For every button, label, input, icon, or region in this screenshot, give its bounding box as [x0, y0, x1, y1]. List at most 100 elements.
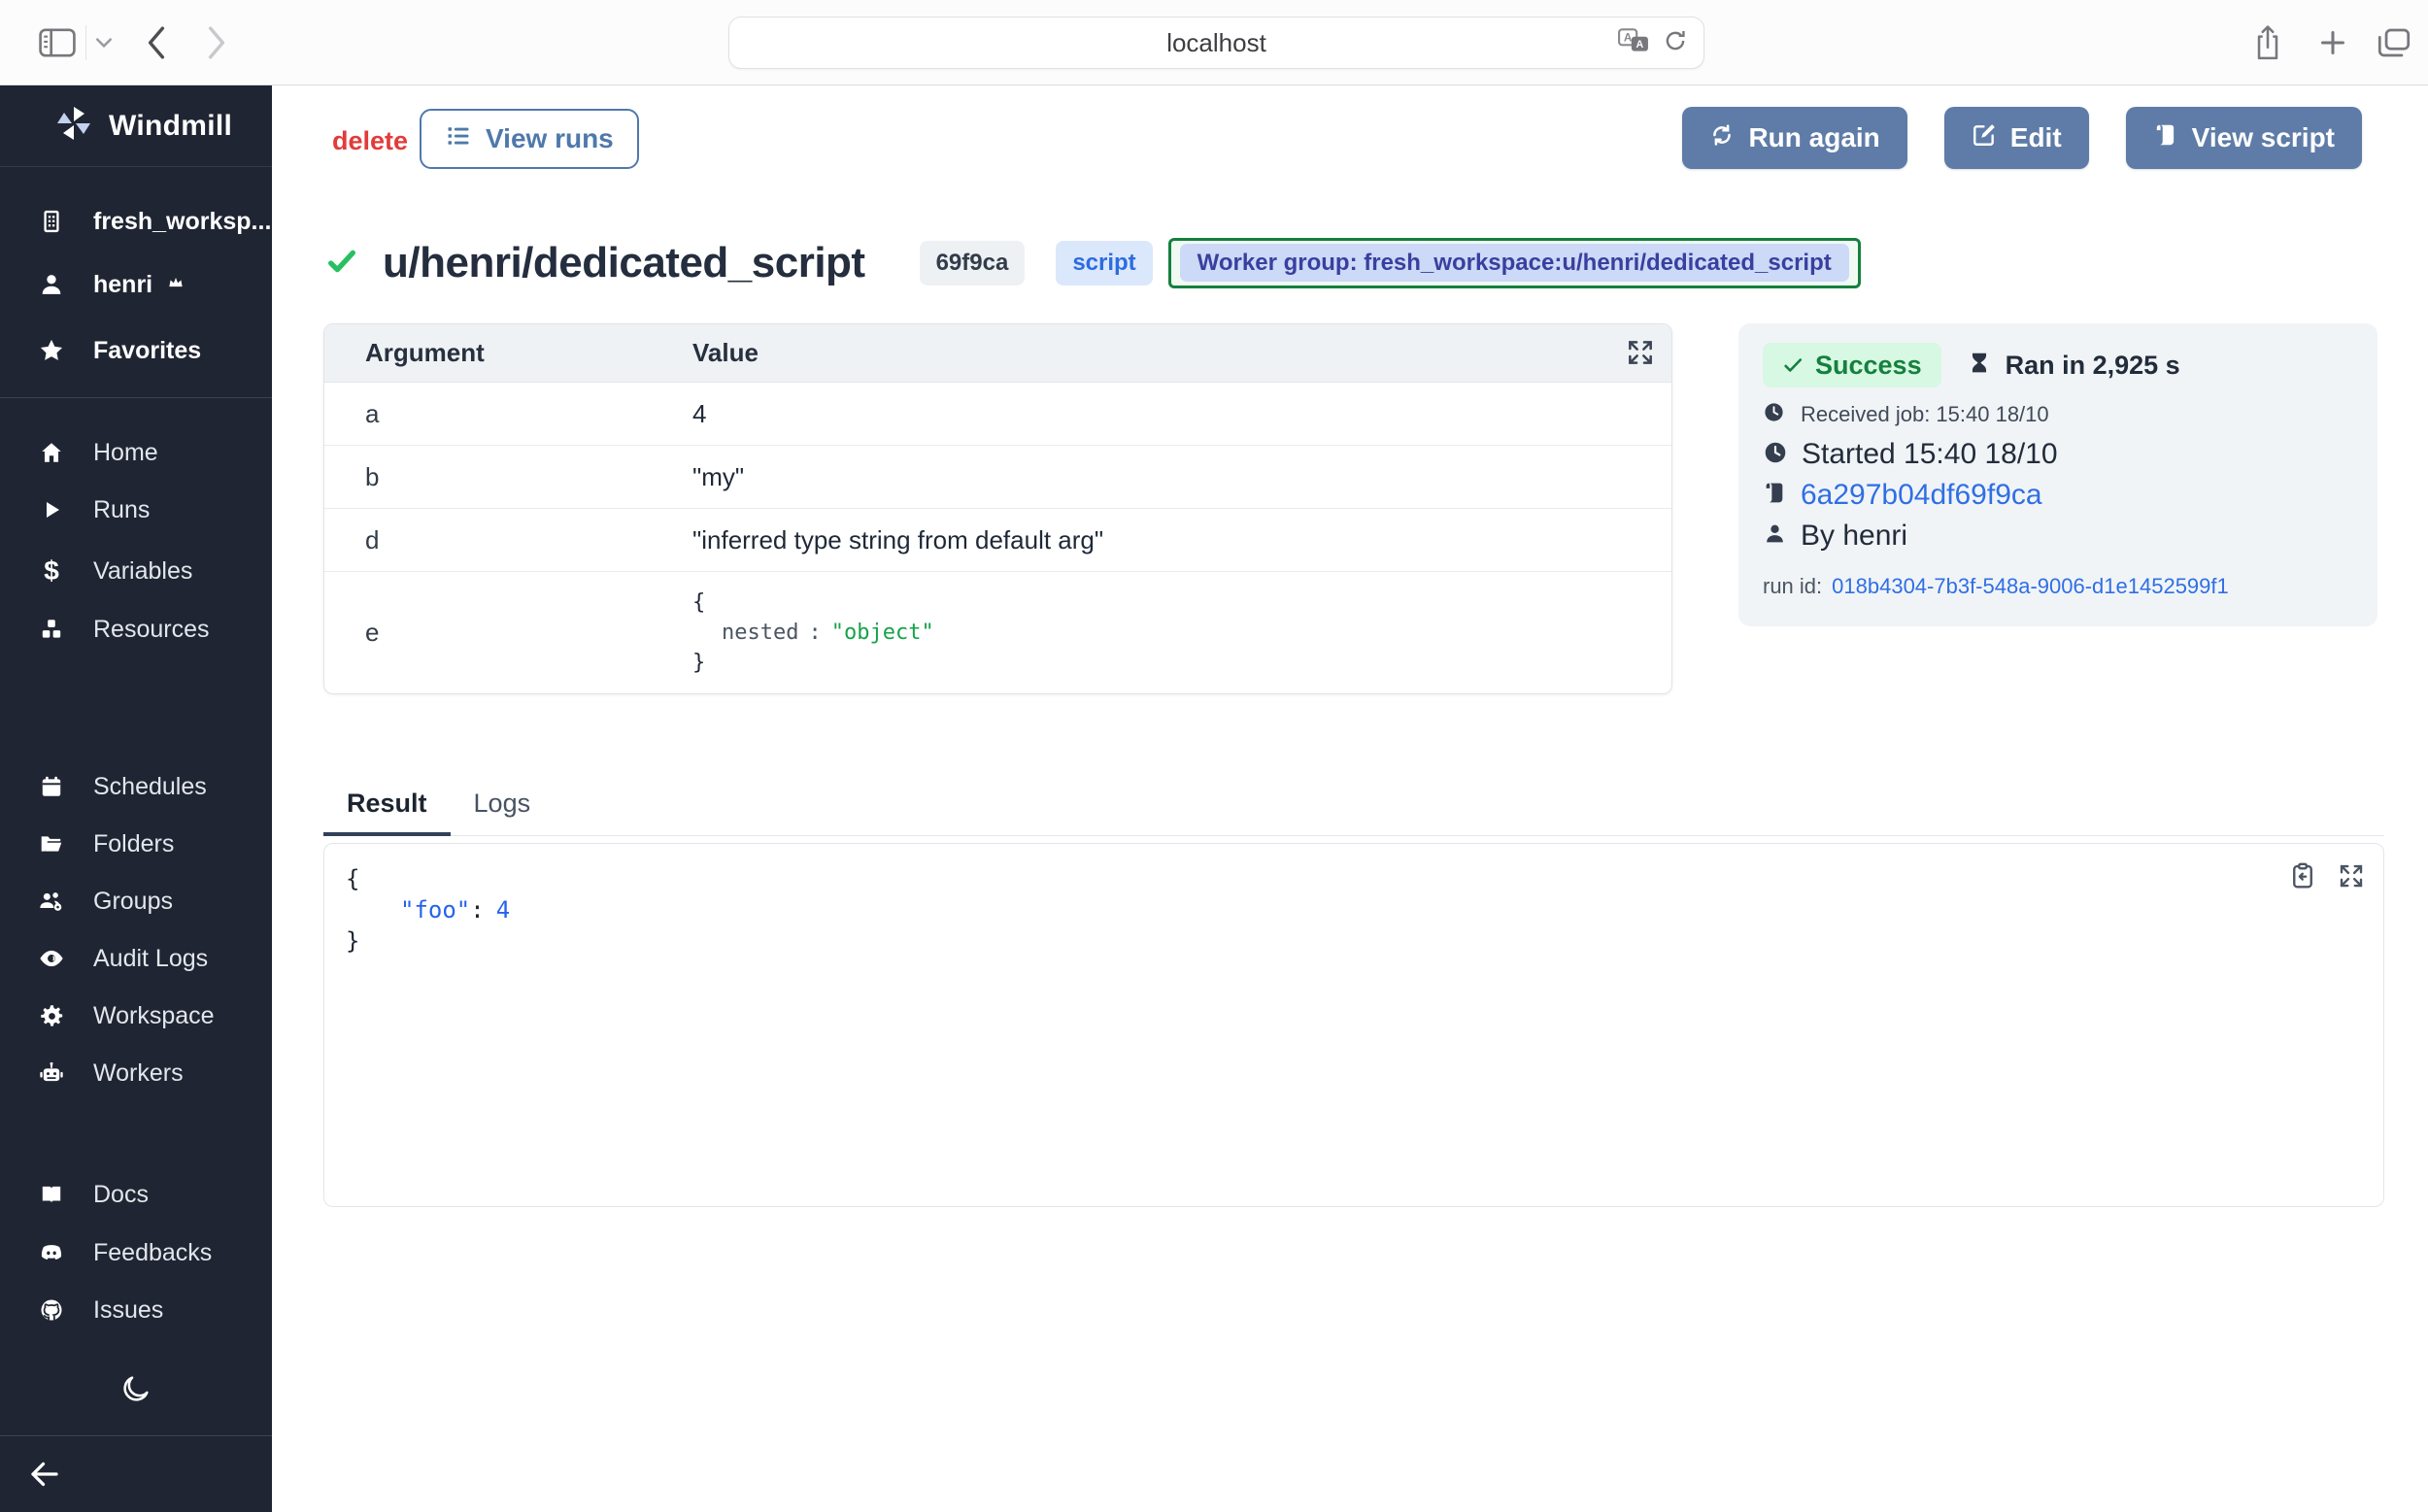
- sidebar-item-groups[interactable]: Groups: [0, 872, 272, 930]
- worker-group-badge-text: Worker group: fresh_workspace:u/henri/de…: [1180, 244, 1849, 282]
- sidebar-item-feedbacks[interactable]: Feedbacks: [0, 1224, 272, 1282]
- sidebar-item-runs[interactable]: Runs: [0, 481, 272, 539]
- divider: [85, 25, 86, 60]
- view-script-label: View script: [2192, 122, 2335, 153]
- user-icon: [37, 271, 66, 298]
- sidebar-item-home[interactable]: Home: [0, 423, 272, 482]
- json-close-brace: }: [346, 925, 510, 957]
- json-colon: :: [808, 621, 821, 645]
- sidebar-item-variables[interactable]: $ Variables: [0, 542, 272, 600]
- arg-value: "my": [692, 462, 744, 492]
- new-tab-icon[interactable]: [2319, 29, 2346, 56]
- arg-value: 4: [692, 399, 706, 429]
- sidebar-item-label: Resources: [93, 616, 210, 644]
- edit-label: Edit: [2010, 122, 2062, 153]
- favorites-label: Favorites: [93, 337, 201, 365]
- sidebar-item-workspace-switcher[interactable]: fresh_worksp...: [0, 192, 272, 251]
- sidebar-item-docs[interactable]: Docs: [0, 1165, 272, 1224]
- json-key: "foo": [400, 896, 470, 924]
- chevron-down-icon[interactable]: [95, 37, 113, 49]
- table-row: b "my": [324, 446, 1671, 509]
- crown-icon: [166, 273, 185, 297]
- sidebar-item-label: Runs: [93, 496, 150, 524]
- translate-icon[interactable]: AA: [1618, 28, 1649, 58]
- sidebar-item-label: Audit Logs: [93, 945, 208, 973]
- view-runs-button[interactable]: View runs: [420, 109, 639, 169]
- tab-logs[interactable]: Logs: [451, 777, 555, 836]
- hash-badge: 69f9ca: [920, 241, 1026, 286]
- json-close-brace: }: [692, 648, 934, 678]
- scroll-icon: [1763, 481, 1787, 510]
- collapse-sidebar-button[interactable]: [27, 1457, 62, 1496]
- edit-button[interactable]: Edit: [1944, 107, 2089, 169]
- sidebar-item-label: Feedbacks: [93, 1239, 212, 1267]
- svg-text:A: A: [1636, 38, 1644, 50]
- page: localhost AA Windmill: [0, 0, 2428, 1512]
- forward-icon[interactable]: [206, 26, 227, 59]
- sidebar-item-workspace[interactable]: Workspace: [0, 987, 272, 1045]
- view-script-button[interactable]: View script: [2126, 107, 2362, 169]
- table-row: e { nested:"object" }: [324, 572, 1671, 693]
- sidebar-item-label: Workspace: [93, 1002, 215, 1030]
- sidebar-item-label: Groups: [93, 888, 173, 916]
- tab-overview-icon[interactable]: [2377, 28, 2411, 57]
- list-icon: [445, 122, 472, 156]
- delete-button[interactable]: delete: [332, 126, 408, 156]
- hourglass-icon: [1967, 351, 1992, 381]
- sidebar-item-favorites[interactable]: Favorites: [0, 321, 272, 380]
- tab-result[interactable]: Result: [323, 777, 451, 836]
- result-panel: { "foo":4 }: [323, 843, 2384, 1207]
- sidebar-toggle-icon[interactable]: [39, 28, 76, 57]
- share-icon[interactable]: [2253, 24, 2282, 61]
- run-info-panel: Success Ran in 2,925 s Received job: 15:…: [1738, 323, 2377, 626]
- sidebar-item-workers[interactable]: Workers: [0, 1044, 272, 1102]
- main-content: delete View runs Run again Edit: [272, 85, 2428, 1512]
- run-again-button[interactable]: Run again: [1682, 107, 1906, 169]
- expand-result-icon[interactable]: [2337, 861, 2366, 895]
- sidebar-item-label: Docs: [93, 1181, 149, 1209]
- arguments-table: Argument Value a 4 b "my" d "inferred ty…: [323, 323, 1672, 694]
- sidebar-item-user[interactable]: henri: [0, 255, 272, 314]
- sidebar-item-label: Folders: [93, 830, 174, 858]
- back-icon[interactable]: [146, 26, 167, 59]
- user-icon: [1763, 521, 1787, 551]
- json-open-brace: {: [692, 588, 934, 618]
- sidebar: Windmill fresh_worksp... henri Favorites: [0, 85, 272, 1512]
- windmill-logo[interactable]: Windmill: [0, 85, 272, 167]
- result-tabs: Result Logs: [323, 777, 2384, 836]
- json-key: nested: [722, 621, 798, 645]
- windmill-pinwheel-icon: [54, 104, 93, 148]
- status-text: Success: [1815, 351, 1922, 381]
- reload-icon[interactable]: [1663, 28, 1688, 58]
- sidebar-item-resources[interactable]: Resources: [0, 600, 272, 658]
- cubes-icon: [37, 617, 66, 642]
- star-icon: [37, 337, 66, 364]
- url-bar[interactable]: localhost AA: [728, 17, 1704, 69]
- sidebar-item-issues[interactable]: Issues: [0, 1281, 272, 1339]
- json-open-brace: {: [346, 863, 510, 894]
- user-name: henri: [93, 271, 152, 299]
- expand-table-icon[interactable]: [1625, 337, 1656, 373]
- sidebar-item-audit-logs[interactable]: Audit Logs: [0, 929, 272, 988]
- run-id-link[interactable]: 018b4304-7b3f-548a-9006-d1e1452599f1: [1832, 574, 2229, 599]
- arg-name: e: [324, 618, 692, 648]
- job-id-link[interactable]: 6a297b04df69f9ca: [1801, 479, 2042, 512]
- clock-icon: [1763, 440, 1788, 470]
- copy-to-clipboard-icon[interactable]: [2288, 861, 2317, 895]
- arrow-left-icon: [27, 1479, 62, 1495]
- groups-icon: [37, 888, 66, 915]
- script-kind-badge: script: [1056, 241, 1152, 286]
- refresh-icon: [1709, 122, 1735, 154]
- started-text: Started 15:40 18/10: [1802, 438, 2058, 471]
- dark-mode-toggle[interactable]: [0, 1372, 272, 1410]
- result-json: { "foo":4 }: [346, 863, 510, 957]
- run-id-label: run id:: [1763, 574, 1822, 599]
- json-number: 4: [496, 896, 510, 924]
- sidebar-item-folders[interactable]: Folders: [0, 815, 272, 873]
- book-icon: [37, 1182, 66, 1207]
- play-icon: [37, 498, 66, 521]
- divider: [0, 1435, 272, 1436]
- arguments-table-header: Argument Value: [324, 324, 1671, 383]
- success-check-icon: [326, 246, 357, 282]
- sidebar-item-schedules[interactable]: Schedules: [0, 757, 272, 816]
